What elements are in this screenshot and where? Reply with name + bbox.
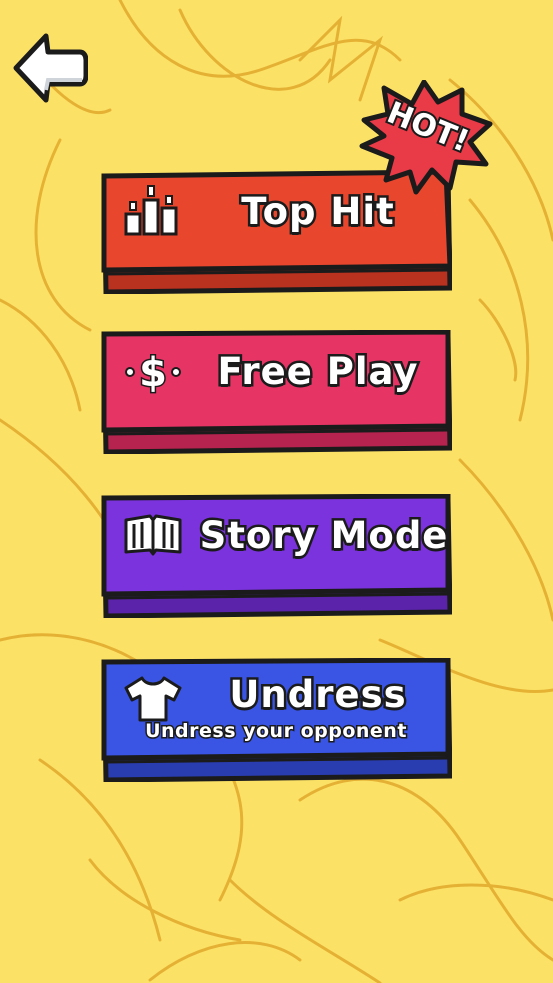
undress-button[interactable]: Undress Undress your opponent: [100, 658, 452, 782]
back-button[interactable]: [12, 32, 89, 104]
free-play-button[interactable]: $ Free Play: [100, 330, 452, 454]
free-play-label: Free Play: [215, 347, 420, 395]
svg-text:$: $: [139, 350, 167, 396]
undress-subtitle: Undress your opponent: [144, 719, 408, 744]
dollar-icon: $: [125, 349, 181, 396]
shirt-icon: [124, 676, 182, 722]
story-mode-label: Story Mode: [197, 511, 450, 559]
podium-icon: [124, 185, 178, 236]
book-icon: [124, 514, 182, 556]
back-arrow-icon: [13, 33, 89, 103]
story-mode-button[interactable]: Story Mode: [100, 494, 452, 618]
hot-badge: HOT!: [358, 79, 496, 196]
